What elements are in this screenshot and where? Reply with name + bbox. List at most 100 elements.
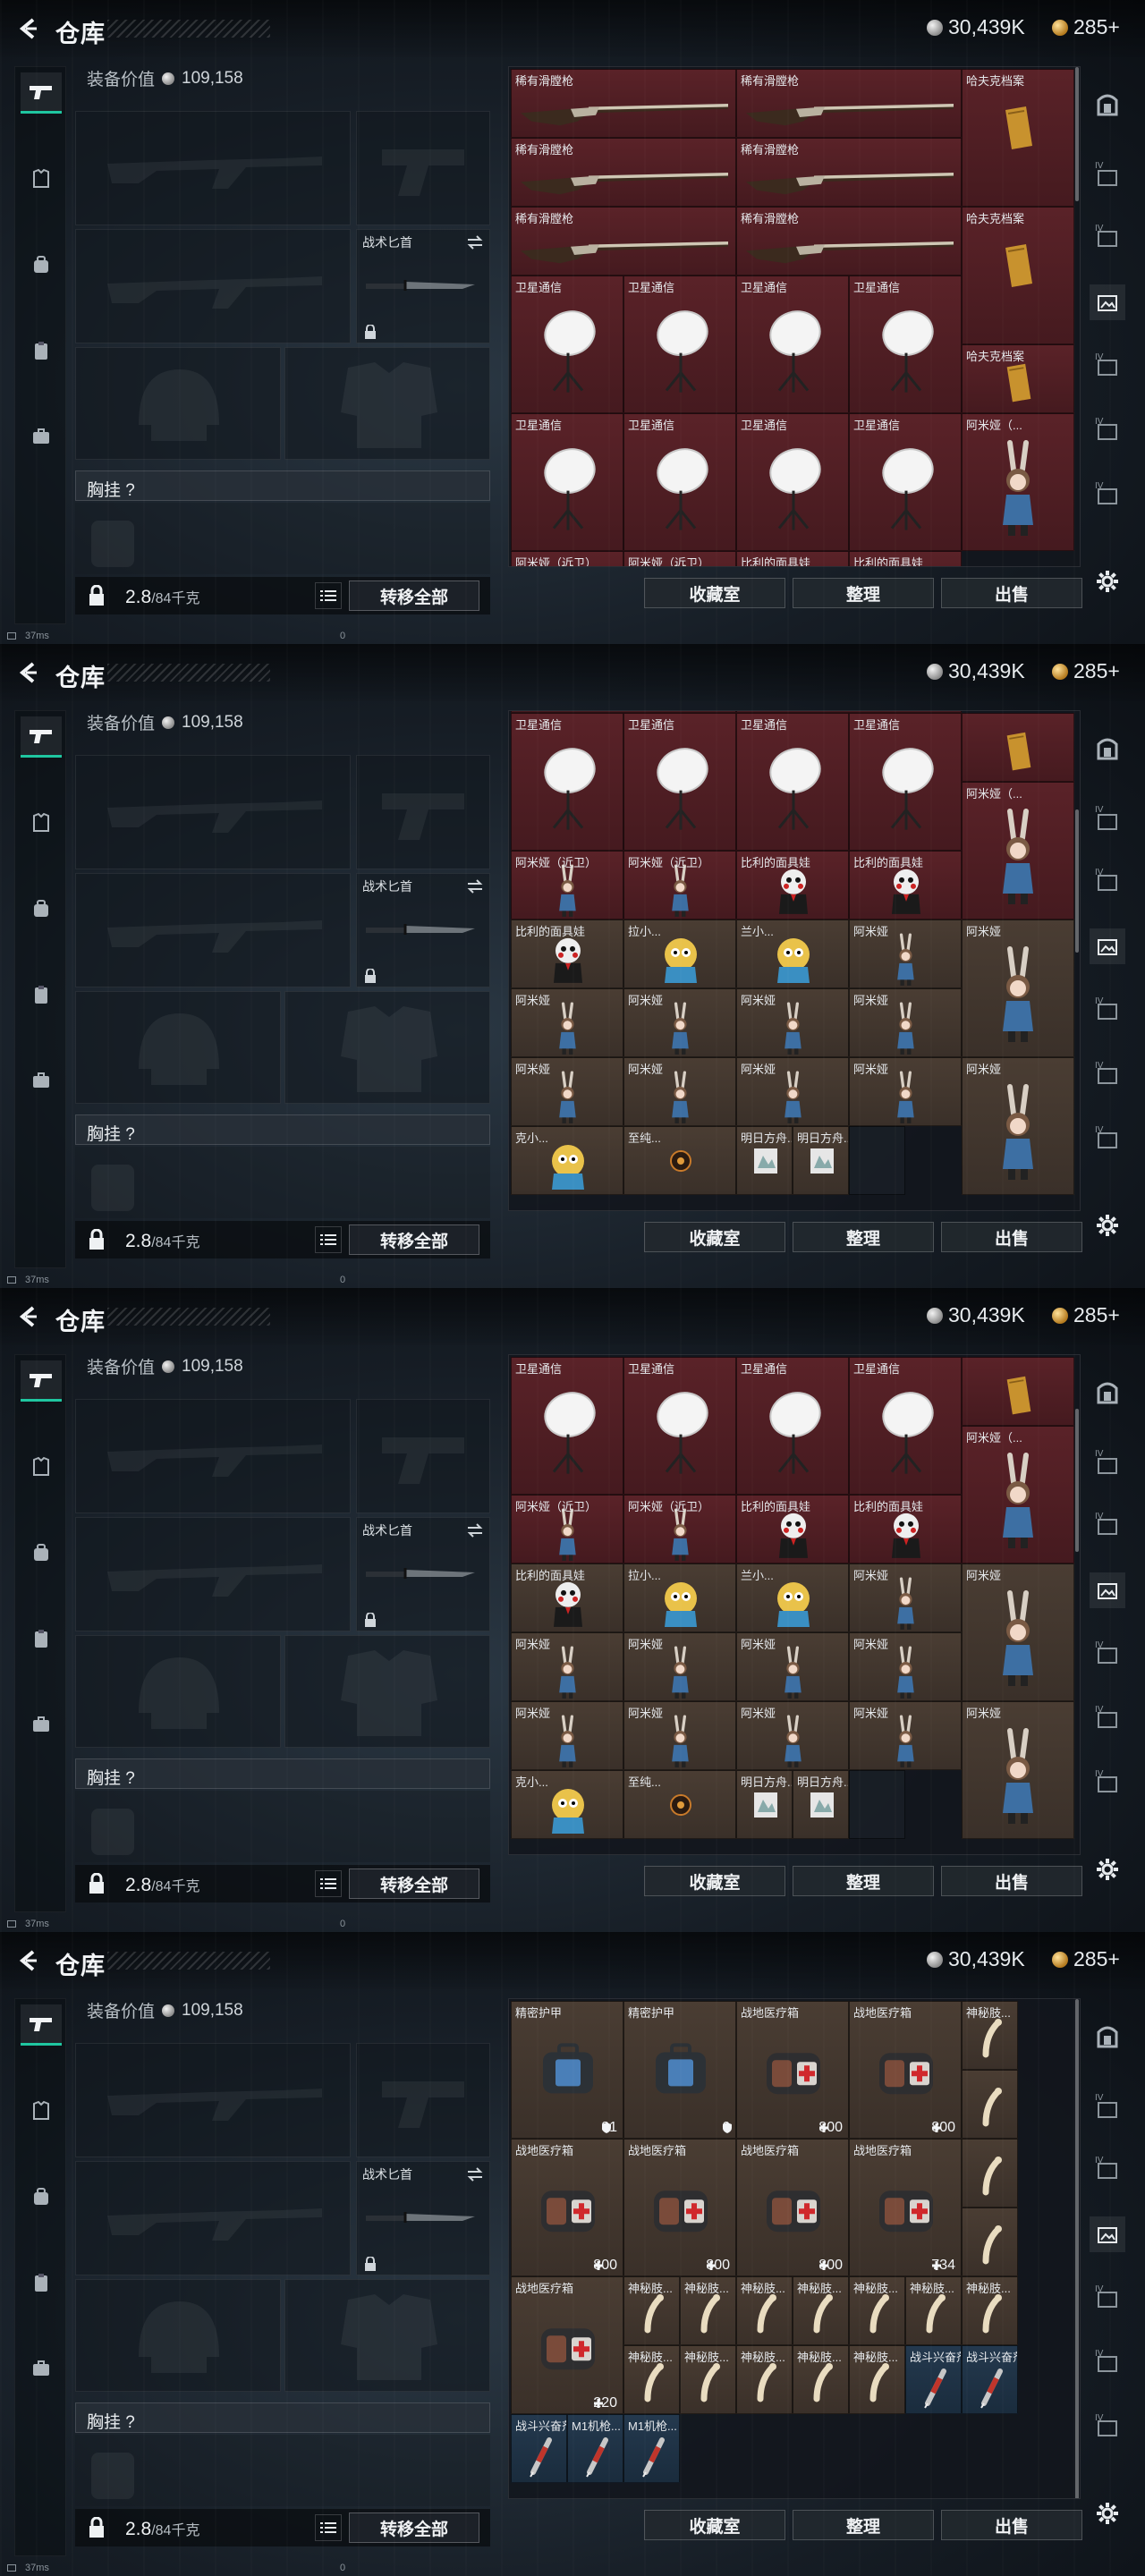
gold-currency[interactable]: 285+ [1052,1947,1120,1971]
tab-storage-3[interactable] [1090,2152,1125,2188]
list-view-button[interactable] [315,2514,342,2541]
storage-item[interactable]: 阿米娅（... [962,782,1074,919]
sell-button[interactable]: 出售 [941,578,1082,608]
rail-item-backpack[interactable] [21,888,62,929]
storage-item[interactable]: 阿米娅（近卫） [623,1495,736,1563]
storage-item[interactable]: 阿米娅 [623,988,736,1057]
storage-item[interactable]: 明日方舟... [736,1126,793,1195]
gold-currency[interactable]: 285+ [1052,15,1120,39]
rail-item-backpack[interactable] [21,244,62,285]
storage-item[interactable]: 阿米娅 [623,1632,736,1701]
storage-item[interactable]: 稀有滑膛枪 [736,69,962,138]
storage-item[interactable]: 神秘肢... [849,2276,905,2345]
organize-button[interactable]: 整理 [793,1866,934,1896]
tab-main-storage[interactable] [1090,1374,1125,1410]
storage-item[interactable]: 卫星通信 [736,1357,849,1495]
transfer-all-button[interactable]: 转移全部 [349,2512,479,2543]
storage-item[interactable]: 战地医疗箱 220 [511,2276,623,2414]
storage-item[interactable]: 战地医疗箱 800 [849,2001,962,2139]
storage-item[interactable]: 卫星通信 [736,413,849,551]
storage-item[interactable]: 阿米娅 [511,1057,623,1126]
chest-rig-slot[interactable]: 胸挂 ? [75,470,490,501]
storage-item[interactable]: 战地医疗箱 734 [849,2139,962,2276]
storage-item[interactable]: 卫星通信 [736,275,849,413]
gold-currency[interactable]: 285+ [1052,659,1120,683]
storage-item[interactable]: 比利的面具娃 [736,551,849,566]
tab-storage-7[interactable] [1090,1766,1125,1801]
settings-button[interactable] [1090,2496,1125,2531]
storage-item[interactable]: M1机枪... [567,2414,623,2483]
storage-item[interactable]: 阿米娅 [736,988,849,1057]
storage-item[interactable]: 神秘肢... [962,2001,1018,2070]
backpack-slot[interactable] [75,1791,490,1862]
storage-item[interactable]: 战地医疗箱 800 [736,2139,849,2276]
storage-item[interactable]: 阿米娅（近卫） [511,1495,623,1563]
sell-button[interactable]: 出售 [941,2510,1082,2540]
second-primary-weapon-slot[interactable] [75,2161,351,2275]
gold-currency[interactable]: 285+ [1052,1303,1120,1327]
backpack-slot[interactable] [75,1147,490,1218]
storage-item[interactable]: 阿米娅 [736,1632,849,1701]
list-view-button[interactable] [315,1226,342,1253]
rail-item-weapons[interactable] [21,1360,62,1402]
rail-item-consumables[interactable] [21,330,62,371]
rail-item-backpack[interactable] [21,2176,62,2217]
storage-item[interactable] [962,2207,1018,2276]
rail-item-weapons[interactable] [21,716,62,758]
back-button[interactable] [13,1301,45,1333]
storage-item[interactable]: 卫星通信 [849,1357,962,1495]
storage-item[interactable]: 卫星通信 [849,275,962,413]
storage-item[interactable]: 阿米娅 [849,1563,962,1632]
storage-item[interactable]: 比利的面具娃 [849,551,962,566]
rail-item-armor[interactable] [21,802,62,843]
rail-item-cases[interactable] [21,1060,62,1101]
helmet-slot[interactable] [75,991,281,1104]
rail-item-weapons[interactable] [21,72,62,114]
storage-item[interactable]: 比利的面具娃 [511,919,623,988]
primary-weapon-slot[interactable] [75,2043,351,2157]
chest-rig-slot[interactable]: 胸挂 ? [75,2402,490,2433]
settings-button[interactable] [1090,564,1125,599]
storage-item[interactable] [962,713,1074,782]
storage-item[interactable]: M1机枪... [623,2414,680,2483]
tab-main-storage[interactable] [1090,86,1125,122]
collection-room-button[interactable]: 收藏室 [644,1222,785,1252]
storage-item[interactable]: 兰小... [736,1563,849,1632]
tab-storage-7[interactable] [1090,1122,1125,1157]
body-armor-slot[interactable] [284,1635,490,1748]
storage-item[interactable]: 神秘肢... [962,2276,1018,2345]
secondary-weapon-slot[interactable] [356,1399,490,1513]
storage-item[interactable]: 神秘肢... [736,2276,793,2345]
rail-item-cases[interactable] [21,2348,62,2389]
storage-item[interactable]: 阿米娅 [736,1057,849,1126]
storage-item[interactable]: 阿米娅 [849,988,962,1057]
back-button[interactable] [13,1945,45,1977]
storage-item[interactable]: 卫星通信 [623,1357,736,1495]
storage-item[interactable]: 神秘肢... [623,2345,680,2414]
organize-button[interactable]: 整理 [793,1222,934,1252]
storage-item[interactable]: 卫星通信 [511,713,623,851]
chest-rig-slot[interactable]: 胸挂 ? [75,1114,490,1145]
storage-item[interactable]: 稀有滑膛枪 [511,138,736,207]
secondary-weapon-slot[interactable] [356,755,490,869]
storage-item[interactable]: 比利的面具娃 [849,851,962,919]
storage-item[interactable]: 阿米娅 [736,1701,849,1770]
rail-item-weapons[interactable] [21,2004,62,2046]
melee-slot[interactable]: 战术匕首 [356,873,490,987]
tab-storage-6[interactable] [1090,1057,1125,1093]
storage-item[interactable]: 战斗兴奋剂 [511,2414,567,2483]
storage-item[interactable]: 神秘肢... [849,2345,905,2414]
storage-item[interactable]: 阿米娅（... [962,1426,1074,1563]
storage-item[interactable]: 至纯... [623,1126,736,1195]
storage-item[interactable]: 精密护甲 81 [511,2001,623,2139]
tab-main-storage[interactable] [1090,2018,1125,2054]
storage-item[interactable]: 阿米娅 [962,1563,1074,1701]
transfer-all-button[interactable]: 转移全部 [349,580,479,611]
tab-storage-active[interactable] [1090,284,1125,320]
melee-slot[interactable]: 战术匕首 [356,229,490,343]
back-button[interactable] [13,657,45,689]
storage-item[interactable]: 拉小... [623,1563,736,1632]
storage-item[interactable]: 神秘肢... [736,2345,793,2414]
storage-item[interactable]: 阿米娅 [849,919,962,988]
storage-scrollbar[interactable] [1075,67,1079,201]
